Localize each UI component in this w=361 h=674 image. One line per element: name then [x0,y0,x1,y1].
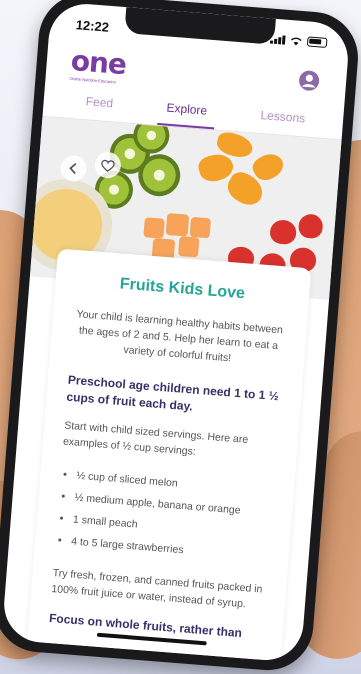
article-body: Try fresh, frozen, and canned fruits pac… [50,567,263,611]
article-body: Start with child sized servings. Here ar… [62,419,249,458]
logo-wordmark: one [69,43,128,82]
phone: 12:22 one Online Nutrition Education Fee… [0,0,361,674]
status-icons [269,34,328,48]
peach-cube [177,235,200,258]
heart-icon [101,159,115,172]
peach-cube [189,216,212,239]
article-subheading: Preschool age children need 1 to 1 ½ cup… [66,372,280,414]
kiwi-slice [136,152,182,198]
peach-cube [165,212,190,237]
strawberry [297,213,324,240]
servings-list: ½ cup of sliced melon ½ medium apple, ba… [54,463,274,568]
phone-screen: 12:22 one Online Nutrition Education Fee… [1,1,351,663]
app-logo[interactable]: one Online Nutrition Education [69,43,128,85]
article-card: Fruits Kids Love Your child is learning … [25,248,312,663]
wifi-icon [291,37,302,46]
chevron-left-icon [69,162,77,175]
battery-icon [306,36,328,48]
tab-feed[interactable]: Feed [76,90,122,123]
strawberry [269,219,298,246]
profile-icon[interactable] [297,69,321,93]
peach-cube [143,217,165,239]
article-intro: Your child is learning healthy habits be… [76,308,284,365]
article-title: Fruits Kids Love [119,275,246,303]
status-time: 12:22 [75,17,110,35]
